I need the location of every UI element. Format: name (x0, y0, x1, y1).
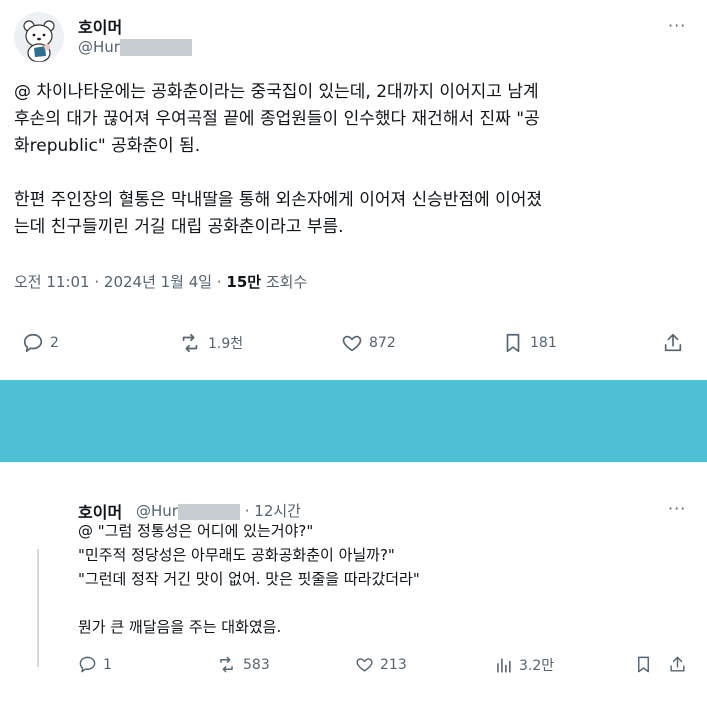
tweet-line: 뭔가 큰 깨달음을 주는 대화였음. (78, 618, 282, 636)
heart-icon (356, 658, 373, 672)
bookmark-button[interactable] (634, 655, 653, 674)
tweet-line: 후손의 대가 끊어져 우여곡절 끝에 종업원들이 인수했다 재건해서 진짜 "공 (14, 109, 540, 129)
tweet-actions: 1 583 213 3.2만 (0, 655, 707, 685)
avatar[interactable] (14, 12, 64, 62)
retweet-icon (182, 333, 198, 353)
handle-redaction (177, 503, 240, 520)
author-handle[interactable]: @Hur (78, 38, 192, 56)
tweet-text: @ "그럼 정통성은 어디에 있는거야?" "민주적 정당성은 아무래도 공화공… (78, 519, 420, 639)
color-divider (0, 380, 707, 462)
tweet-line: 는데 친구들끼린 거길 대립 공화춘이라고 부름. (14, 217, 344, 237)
reply-button[interactable]: 2 (22, 332, 59, 354)
views-button[interactable]: 3.2만 (494, 655, 554, 675)
heart-icon (342, 335, 362, 352)
reply-count: 2 (50, 335, 59, 351)
like-count: 872 (369, 335, 396, 351)
handle-prefix: @Hur (78, 38, 120, 56)
reply-icon (79, 656, 96, 673)
handle-redaction (119, 39, 192, 56)
bookmark-button[interactable]: 181 (502, 332, 557, 354)
bookmark-icon (506, 333, 520, 353)
handle-prefix: @Hur (136, 502, 178, 520)
avatar-bear-icon (14, 12, 64, 62)
like-count: 213 (380, 656, 407, 673)
reply-tweet: 호이머 @Hur · 12시간 ··· @ "그럼 정통성은 어디에 있는거야?… (0, 462, 707, 701)
main-tweet: 호이머 @Hur ··· @ 차이나타운에는 공화춘이라는 중국집이 있는데, … (0, 0, 707, 380)
tweet-meta: 오전 11:01 · 2024년 1월 4일 · 15만 조회수 (14, 271, 307, 292)
view-count: 15만 (226, 273, 262, 291)
view-label: 조회수 (261, 273, 308, 291)
more-options-icon[interactable]: ··· (668, 16, 686, 35)
tweet-line: 한편 주인장의 혈통은 막내딸을 통해 외손자에게 이어져 신승반점에 이어졌 (14, 190, 543, 210)
retweet-count: 583 (243, 656, 270, 673)
like-button[interactable]: 213 (355, 655, 407, 674)
retweet-icon (220, 656, 233, 673)
tweet-text: @ 차이나타운에는 공화춘이라는 중국집이 있는데, 2대까지 이어지고 남계 … (14, 79, 694, 241)
like-button[interactable]: 872 (341, 332, 396, 354)
author-name[interactable]: 호이머 (78, 14, 122, 38)
reply-count: 1 (103, 656, 112, 673)
thread-line (37, 549, 39, 667)
share-icon (670, 656, 685, 672)
reply-icon (23, 333, 43, 353)
tweet-line: @ "그럼 정통성은 어디에 있는거야?" (78, 522, 314, 540)
tweet-line: 화republic" 공화춘이 됨. (14, 136, 201, 156)
share-icon (664, 333, 682, 352)
share-button[interactable] (668, 655, 687, 674)
author-handle[interactable]: @Hur · 12시간 (136, 500, 301, 521)
tweet-line: "민주적 정당성은 아무래도 공화공화춘이 아닐까?" (78, 546, 395, 564)
tweet-actions: 2 1.9천 872 181 (0, 320, 707, 364)
bookmark-icon (638, 656, 649, 673)
reply-button[interactable]: 1 (78, 655, 112, 674)
retweet-count: 1.9천 (208, 336, 244, 352)
view-count: 3.2만 (519, 658, 555, 674)
retweet-button[interactable]: 1.9천 (178, 332, 243, 354)
tweet-line: @ 차이나타운에는 공화춘이라는 중국집이 있는데, 2대까지 이어지고 남계 (14, 82, 539, 102)
share-button[interactable] (662, 332, 684, 354)
analytics-icon (497, 657, 511, 673)
post-time[interactable]: · 12시간 (245, 502, 301, 520)
retweet-button[interactable]: 583 (216, 655, 270, 674)
tweet-line: "그런데 정작 거긴 맛이 없어. 맛은 핏줄을 따라갔더라" (78, 570, 420, 588)
bookmark-count: 181 (530, 335, 557, 351)
more-options-icon[interactable]: ··· (668, 499, 686, 518)
tweet-timestamp[interactable]: 오전 11:01 · 2024년 1월 4일 · (14, 273, 226, 291)
